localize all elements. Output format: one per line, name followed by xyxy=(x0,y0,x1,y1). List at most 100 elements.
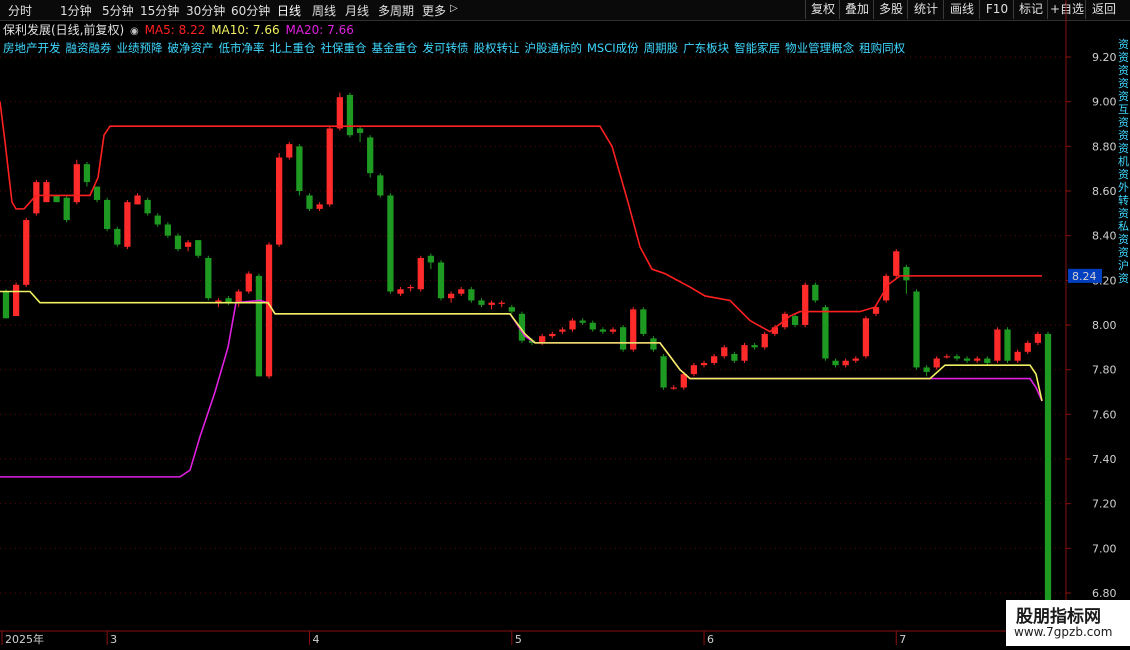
concept-tag[interactable]: 发可转债 xyxy=(423,41,469,55)
concept-tag[interactable]: 融资融券 xyxy=(66,41,112,55)
candle-body xyxy=(73,164,80,203)
candle-body xyxy=(245,273,252,292)
candle xyxy=(1044,331,1052,602)
candle-body xyxy=(842,360,849,366)
candle xyxy=(195,240,202,258)
kline-chart[interactable]: 9.209.008.808.608.408.208.007.807.607.40… xyxy=(0,0,1130,650)
candle xyxy=(276,153,283,247)
date-tick-label: 6 xyxy=(707,633,714,646)
candle-body xyxy=(903,266,910,281)
candle-body xyxy=(984,358,991,363)
candle-body xyxy=(164,224,172,236)
concept-tag[interactable]: 北上重仓 xyxy=(270,41,316,55)
candle-body xyxy=(711,356,718,363)
candle xyxy=(1004,327,1011,363)
candle-body xyxy=(104,199,111,229)
date-axis: 2025年345678202 xyxy=(1,631,1129,646)
concept-tag[interactable]: 社保重仓 xyxy=(321,41,367,55)
watermark-url: www.7gpzb.com xyxy=(1014,625,1113,639)
candle xyxy=(437,260,445,301)
indicator-info: 保利发展(日线,前复权) ◉ MA5: 8.22 MA10: 7.66 MA20… xyxy=(3,21,356,37)
concept-tag[interactable]: 物业管理概念 xyxy=(785,41,854,55)
candle xyxy=(852,356,859,363)
concept-tag[interactable]: 沪股通标的 xyxy=(525,41,583,55)
concept-tag[interactable]: 基金重仓 xyxy=(372,41,418,55)
stock-title: 保利发展(日线,前复权) xyxy=(3,23,125,37)
candle xyxy=(367,135,374,178)
candle xyxy=(751,342,758,350)
candlesticks xyxy=(2,92,1052,602)
candle xyxy=(711,354,718,366)
candle-body xyxy=(407,287,414,289)
concept-tag[interactable]: 广东板块 xyxy=(683,41,729,55)
candle xyxy=(559,327,566,334)
candle-body xyxy=(953,356,961,359)
candle xyxy=(387,193,394,294)
candle-body xyxy=(346,94,354,136)
candle xyxy=(63,195,70,223)
ma10-value: MA10: 7.66 xyxy=(211,23,280,37)
concept-tag[interactable]: 租购同权 xyxy=(859,41,905,55)
candle-body xyxy=(417,258,424,290)
concept-tag[interactable]: 业绩预降 xyxy=(117,41,163,55)
candle xyxy=(316,202,323,212)
candle-body xyxy=(397,289,404,294)
price-tick-label: 6.80 xyxy=(1092,587,1117,600)
candle xyxy=(2,289,10,319)
candle-body xyxy=(599,329,607,332)
candle xyxy=(569,318,576,332)
candle xyxy=(660,354,667,390)
candle xyxy=(832,358,839,368)
candle-body xyxy=(356,128,364,133)
settings-icon[interactable]: ◉ xyxy=(130,26,139,37)
candle-body xyxy=(761,333,768,348)
concept-tag[interactable]: 低市净率 xyxy=(219,41,265,55)
candle-body xyxy=(650,338,657,350)
candle xyxy=(700,360,708,368)
candle-body xyxy=(43,182,50,203)
candle-body xyxy=(93,186,101,200)
ma10-line xyxy=(0,290,1043,402)
candle xyxy=(114,226,121,247)
candle-body xyxy=(974,358,981,361)
candle xyxy=(1024,340,1031,355)
candle-body xyxy=(731,354,738,361)
candle xyxy=(427,253,435,270)
price-tick-label: 7.60 xyxy=(1092,408,1117,421)
concept-tag[interactable]: 股权转让 xyxy=(474,41,520,55)
candle-body xyxy=(721,347,728,357)
candle-body xyxy=(832,360,839,366)
candle xyxy=(326,126,333,207)
candle-body xyxy=(276,157,283,245)
candle-body xyxy=(589,322,596,330)
candle xyxy=(579,318,586,325)
price-tick-label: 8.40 xyxy=(1092,230,1117,243)
candle-body xyxy=(933,358,940,368)
concept-tag[interactable]: 破净资产 xyxy=(168,41,214,55)
candle xyxy=(377,173,384,198)
concept-tag[interactable]: 周期股 xyxy=(644,41,679,55)
candle xyxy=(174,233,182,252)
candle xyxy=(984,356,991,366)
candle-body xyxy=(640,309,647,334)
candle xyxy=(943,354,950,359)
candle xyxy=(346,92,354,138)
candle xyxy=(286,141,293,160)
candle xyxy=(124,199,131,250)
candle-body xyxy=(609,329,617,332)
date-tick-label: 3 xyxy=(110,633,117,646)
candle xyxy=(478,298,485,308)
candle-body xyxy=(660,356,667,388)
concept-tag[interactable]: MSCI成份 xyxy=(587,41,639,55)
candle xyxy=(761,331,768,350)
concept-tag[interactable]: 房地产开发 xyxy=(3,41,61,55)
concept-tag[interactable]: 智能家居 xyxy=(734,41,780,55)
candle-body xyxy=(619,327,627,350)
candle-body xyxy=(53,195,60,203)
candle-body xyxy=(488,302,495,305)
candle-body xyxy=(923,367,930,372)
candle-body xyxy=(913,291,920,368)
candle xyxy=(913,289,920,370)
date-tick-label: 7 xyxy=(899,633,906,646)
candle xyxy=(741,342,748,363)
